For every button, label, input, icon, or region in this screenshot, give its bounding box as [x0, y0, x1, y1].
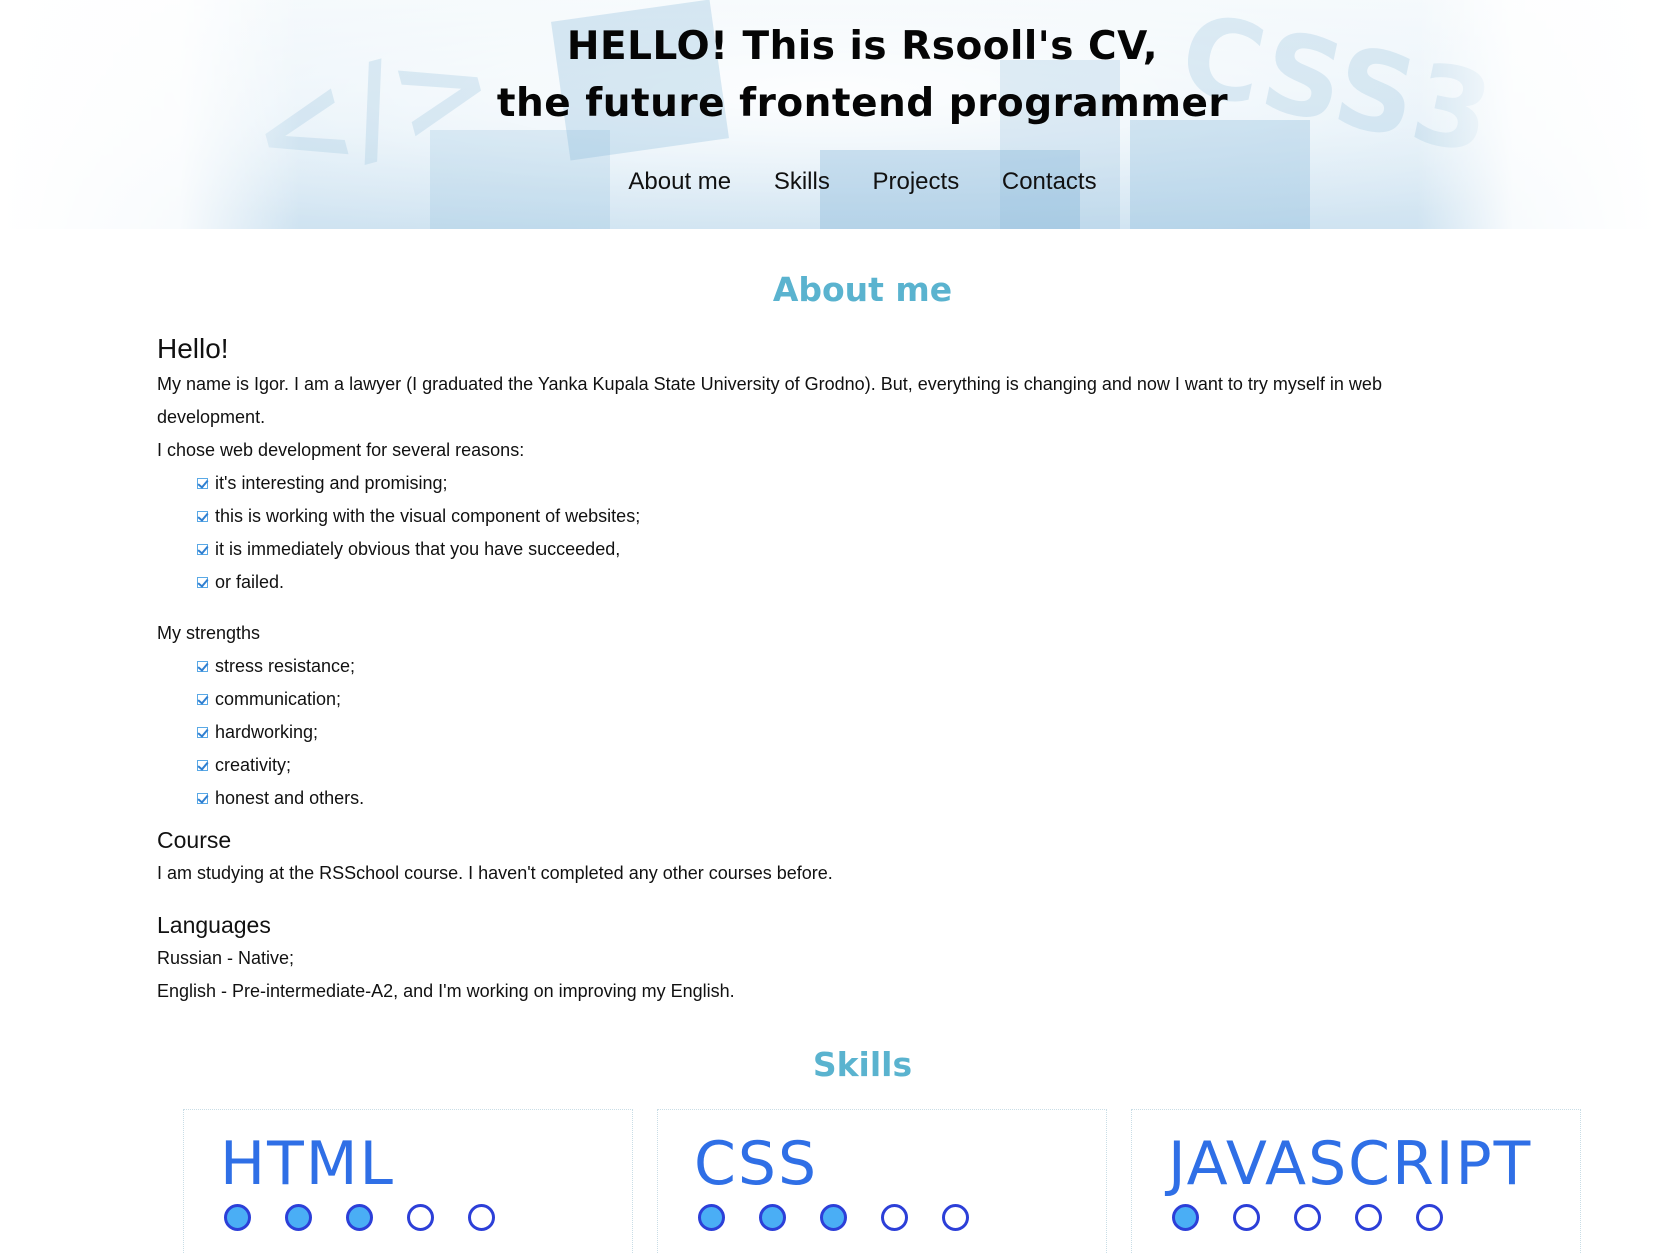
course-heading: Course [157, 827, 232, 853]
list-item: honest and others. [197, 782, 1487, 815]
list-item: communication; [197, 683, 1487, 716]
skill-dot-filled [1172, 1204, 1199, 1231]
checkbox-icon [197, 760, 208, 771]
list-item-text: honest and others. [215, 788, 365, 808]
language-item: English - Pre-intermediate-A2, and I'm w… [157, 981, 735, 1001]
skill-dot-empty [1294, 1204, 1321, 1231]
list-item-text: stress resistance; [215, 656, 356, 676]
title-line-2: the future frontend programmer [496, 81, 1229, 126]
list-item-text: it's interesting and promising; [215, 473, 448, 493]
list-item: this is working with the visual componen… [197, 500, 1487, 533]
title-line-1: HELLO! This is Rsooll's CV, [566, 24, 1159, 69]
checkbox-icon [197, 727, 208, 738]
list-item-text: creativity; [215, 755, 292, 775]
list-item: stress resistance; [197, 650, 1487, 683]
skill-name: JAVASCRIPT [1168, 1129, 1533, 1199]
list-item: hardworking; [197, 716, 1487, 749]
checkbox-icon [197, 577, 208, 588]
reasons-list: it's interesting and promising; this is … [157, 467, 1487, 599]
list-item-text: this is working with the visual componen… [215, 506, 641, 526]
page-title: HELLO! This is Rsooll's CV, the future f… [0, 18, 1657, 132]
skill-level [224, 1204, 529, 1231]
skill-dot-filled [346, 1204, 373, 1231]
strengths-list: stress resistance; communication; hardwo… [157, 650, 1487, 815]
skill-level [698, 1204, 1003, 1231]
language-item: Russian - Native; [157, 948, 295, 968]
cv-page: </> CSS3 HELLO! This is Rsooll's CV, the… [0, 0, 1657, 1254]
skill-dot-filled [820, 1204, 847, 1231]
list-item-text: hardworking; [215, 722, 319, 742]
skill-level [1172, 1204, 1477, 1231]
skill-dot-empty [407, 1204, 434, 1231]
nav-link-contacts[interactable]: Contacts [1002, 168, 1097, 196]
checkbox-icon [197, 511, 208, 522]
checkbox-icon [197, 694, 208, 705]
about-content: Hello! My name is Igor. I am a lawyer (I… [157, 330, 1487, 1008]
checkbox-icon [197, 544, 208, 555]
skill-card-html: HTML [183, 1109, 633, 1254]
skills-heading: Skills [812, 1045, 913, 1084]
skill-dot-filled [698, 1204, 725, 1231]
strengths-title: My strengths [157, 623, 261, 643]
intro-text: My name is Igor. I am a lawyer (I gradua… [157, 374, 1382, 427]
skill-dot-filled [759, 1204, 786, 1231]
list-item-text: or failed. [215, 572, 285, 592]
nav-link-projects[interactable]: Projects [873, 168, 960, 196]
list-item: or failed. [197, 566, 1487, 599]
skill-dot-empty [1355, 1204, 1382, 1231]
about-heading: About me [772, 270, 953, 309]
list-item: it's interesting and promising; [197, 467, 1487, 500]
list-item-text: it is immediately obvious that you have … [215, 539, 621, 559]
skill-dot-empty [1416, 1204, 1443, 1231]
nav-link-about[interactable]: About me [628, 168, 731, 196]
checkbox-icon [197, 661, 208, 672]
skill-card-javascript: JAVASCRIPT [1131, 1109, 1581, 1254]
checkbox-icon [197, 793, 208, 804]
languages-heading: Languages [157, 912, 271, 938]
reasons-title: I chose web development for several reas… [157, 440, 525, 460]
header: </> CSS3 HELLO! This is Rsooll's CV, the… [0, 0, 1657, 229]
nav-link-skills[interactable]: Skills [774, 168, 830, 196]
skill-name: HTML [220, 1129, 395, 1199]
skill-dot-empty [942, 1204, 969, 1231]
checkbox-icon [197, 478, 208, 489]
skill-dot-empty [881, 1204, 908, 1231]
list-item: it is immediately obvious that you have … [197, 533, 1487, 566]
list-item: creativity; [197, 749, 1487, 782]
skill-name: CSS [694, 1129, 819, 1199]
main-nav: About me Skills Projects Contacts [0, 168, 1657, 196]
skill-dot-filled [285, 1204, 312, 1231]
course-text: I am studying at the RSSchool course. I … [157, 863, 833, 883]
skill-card-css: CSS [657, 1109, 1107, 1254]
skill-dot-empty [468, 1204, 495, 1231]
skill-dot-filled [224, 1204, 251, 1231]
skill-dot-empty [1233, 1204, 1260, 1231]
greeting: Hello! [157, 333, 229, 364]
list-item-text: communication; [215, 689, 342, 709]
